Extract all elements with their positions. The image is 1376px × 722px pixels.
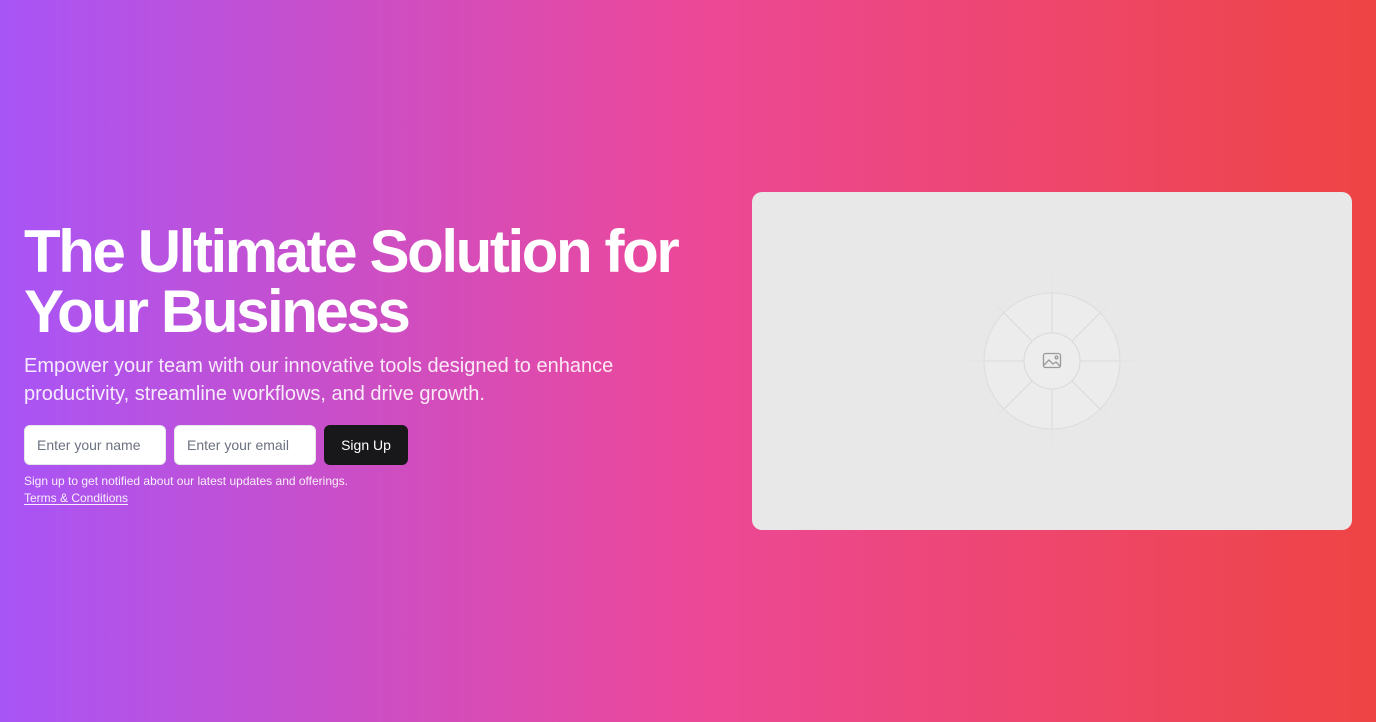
signup-note: Sign up to get notified about our latest… [24, 474, 349, 488]
signup-form: Sign Up [24, 425, 724, 465]
page-title: The Ultimate Solution for Your Business [24, 218, 680, 345]
hero-subtitle: Empower your team with our innovative to… [24, 355, 614, 405]
email-input[interactable] [174, 425, 316, 465]
terms-link[interactable]: Terms & Conditions [24, 490, 128, 506]
name-input[interactable] [24, 425, 166, 465]
hero-content: The Ultimate Solution for Your Business … [24, 222, 724, 507]
image-placeholder [752, 192, 1352, 530]
sign-up-button[interactable]: Sign Up [324, 425, 408, 465]
placeholder-graphic [952, 261, 1152, 461]
hero-section: The Ultimate Solution for Your Business … [0, 0, 1376, 722]
